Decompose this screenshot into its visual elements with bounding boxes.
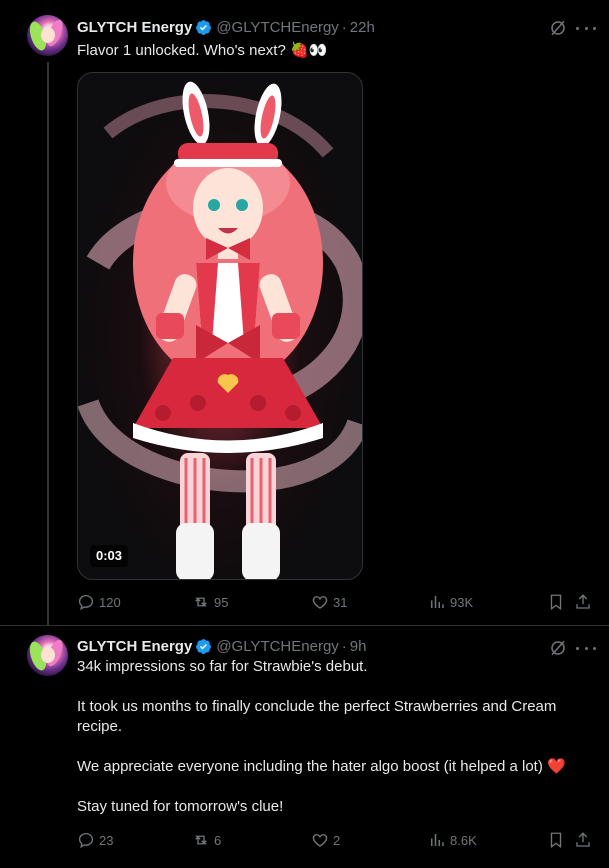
author-handle[interactable]: @GLYTCHEnergy bbox=[216, 638, 338, 655]
like-count: 31 bbox=[333, 594, 348, 610]
tweet[interactable]: GLYTCH Energy @GLYTCHEnergy · 9h 34k imp… bbox=[0, 625, 609, 868]
verified-badge-icon bbox=[196, 19, 212, 35]
author-name[interactable]: GLYTCH Energy bbox=[77, 638, 192, 655]
separator-dot: · bbox=[341, 18, 347, 36]
video-thumbnail bbox=[78, 81, 362, 579]
more-options-icon[interactable] bbox=[576, 639, 596, 657]
view-count: 8.6K bbox=[450, 832, 477, 848]
views-button[interactable]: 8.6K bbox=[428, 831, 477, 849]
reply-button[interactable]: 23 bbox=[77, 831, 113, 849]
views-chart-icon bbox=[431, 834, 444, 846]
reply-count: 120 bbox=[99, 594, 121, 610]
repost-count: 6 bbox=[214, 832, 222, 848]
separator-dot: · bbox=[341, 637, 347, 655]
verified-badge-icon bbox=[196, 638, 212, 654]
view-count: 93K bbox=[450, 594, 474, 610]
thread-line bbox=[47, 62, 49, 625]
more-options-icon[interactable] bbox=[576, 19, 596, 37]
heart-icon bbox=[312, 596, 328, 609]
tweet-header: GLYTCH Energy @GLYTCHEnergy · 9h bbox=[77, 636, 366, 656]
like-button[interactable]: 2 bbox=[311, 831, 340, 849]
reply-count: 23 bbox=[99, 832, 114, 848]
repost-icon bbox=[195, 835, 207, 845]
views-chart-icon bbox=[431, 596, 444, 608]
repost-icon bbox=[195, 597, 207, 607]
like-count: 2 bbox=[333, 832, 341, 848]
share-icon[interactable] bbox=[574, 593, 592, 611]
timestamp[interactable]: 9h bbox=[350, 638, 367, 655]
avatar[interactable] bbox=[27, 15, 68, 56]
tweet-actions: 23 6 2 8.6K bbox=[77, 831, 597, 851]
author-name[interactable]: GLYTCH Energy bbox=[77, 19, 192, 36]
views-button[interactable]: 93K bbox=[428, 593, 473, 611]
repost-count: 95 bbox=[214, 594, 229, 610]
bookmark-icon[interactable] bbox=[547, 593, 565, 611]
grok-icon[interactable] bbox=[549, 19, 567, 37]
share-icon[interactable] bbox=[574, 831, 592, 849]
author-handle[interactable]: @GLYTCHEnergy bbox=[216, 19, 338, 36]
grok-icon[interactable] bbox=[549, 639, 567, 657]
tweet-actions: 120 95 31 93K bbox=[77, 593, 597, 613]
video-duration: 0:03 bbox=[90, 545, 129, 567]
avatar[interactable] bbox=[27, 635, 68, 676]
tweet-text: Flavor 1 unlocked. Who's next? 🍓👀 bbox=[77, 42, 328, 59]
reply-icon bbox=[78, 832, 94, 849]
reply-button[interactable]: 120 bbox=[77, 593, 121, 611]
heart-icon bbox=[312, 834, 328, 847]
repost-button[interactable]: 95 bbox=[192, 593, 228, 611]
bookmark-icon[interactable] bbox=[547, 831, 565, 849]
repost-button[interactable]: 6 bbox=[192, 831, 221, 849]
tweet-text: 34k impressions so far for Strawbie's de… bbox=[77, 658, 566, 815]
reply-icon bbox=[78, 594, 94, 611]
tweet-header: GLYTCH Energy @GLYTCHEnergy · 22h bbox=[77, 17, 375, 37]
tweet[interactable]: GLYTCH Energy @GLYTCHEnergy · 22h Flavor… bbox=[0, 0, 609, 625]
video-player[interactable]: 0:03 bbox=[77, 72, 363, 580]
like-button[interactable]: 31 bbox=[311, 593, 347, 611]
timestamp[interactable]: 22h bbox=[350, 19, 375, 36]
